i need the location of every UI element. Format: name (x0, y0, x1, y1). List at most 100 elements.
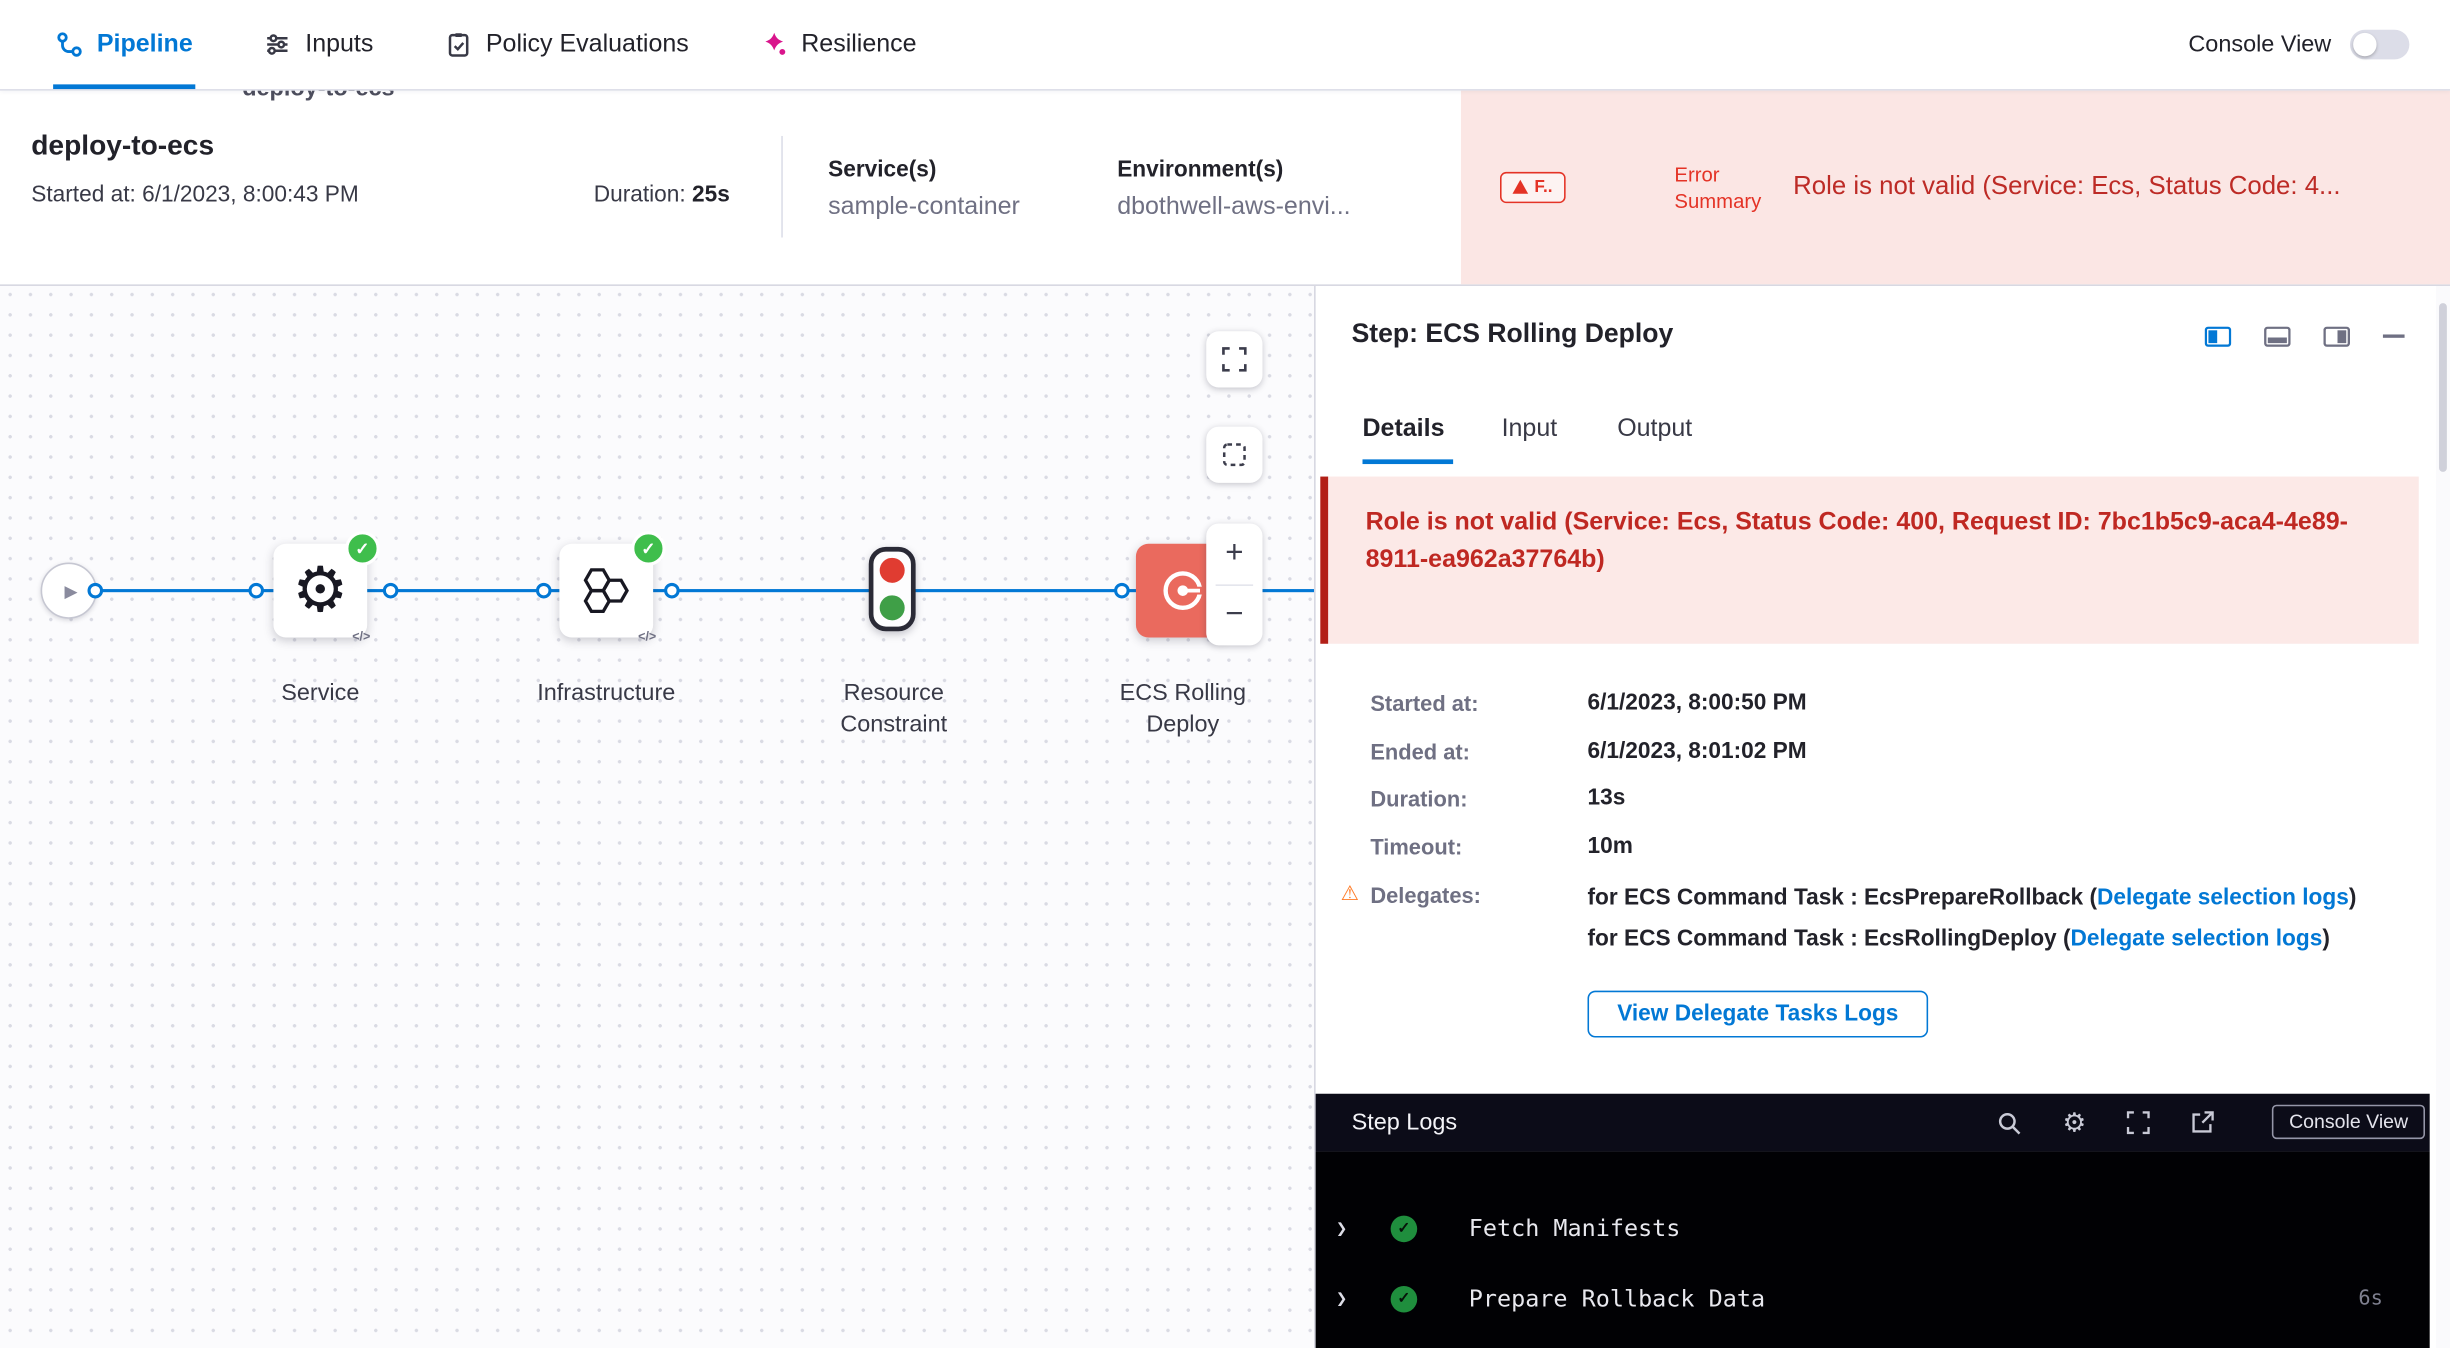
node-infrastructure[interactable]: ✓ </> (559, 544, 653, 638)
zoom-controls: + − (1206, 523, 1262, 645)
panel-tab-input[interactable]: Input (1502, 416, 1558, 444)
tab-policy-evaluations[interactable]: Policy Evaluations (445, 0, 689, 89)
active-tab-underline (1363, 459, 1454, 464)
chevron-right-icon[interactable]: ❯ (1336, 1288, 1347, 1310)
tab-pipeline[interactable]: Pipeline (56, 0, 192, 89)
header-divider (781, 136, 783, 238)
play-icon: ▶ (60, 580, 78, 600)
pipeline-canvas[interactable]: ▶ ⚙ ✓ </> Service ✓ </> Infra (0, 284, 1314, 1348)
node-label-ecs-rolling-deploy: ECS Rolling Deploy (1081, 678, 1284, 741)
code-template-icon: </> (352, 630, 370, 644)
delegate1-selection-logs-link[interactable]: Delegate selection logs (2097, 886, 2349, 911)
minimize-panel-icon[interactable] (2383, 334, 2405, 339)
layout-bottom-split-icon[interactable] (2264, 327, 2291, 347)
step-panel-title: Step: ECS Rolling Deploy (1352, 319, 1674, 350)
step-error-message: Role is not valid (Service: Ecs, Status … (1366, 505, 2382, 580)
log-row-prepare-rollback-data[interactable]: ❯ ✓ Prepare Rollback Data 6s (1316, 1278, 2430, 1319)
tab-policy-evaluations-label: Policy Evaluations (486, 30, 689, 58)
success-check-badge: ✓ (345, 531, 379, 565)
console-view-label: Console View (2188, 31, 2331, 58)
resilience-chaos-icon (761, 31, 788, 58)
status-badge-text: F.. (1534, 177, 1552, 196)
step-logs-header: Step Logs ⚙ Console View (1316, 1094, 2430, 1152)
edge-connector-dot (88, 583, 104, 599)
clipped-breadcrumb: deploy-to-ecs (242, 89, 394, 102)
fullscreen-icon[interactable] (2127, 1111, 2150, 1134)
timeout-value: 10m (1588, 834, 1633, 859)
tab-resilience[interactable]: Resilience (761, 0, 917, 89)
scrollbar-thumb[interactable] (2439, 303, 2447, 472)
edge-connector-dot (248, 583, 264, 599)
panel-scrollbar[interactable] (2436, 284, 2450, 1348)
delegate2-selection-logs-link[interactable]: Delegate selection logs (2070, 927, 2322, 952)
pipeline-name: deploy-to-ecs (31, 130, 214, 163)
edge-connector-dot (664, 583, 680, 599)
open-in-new-window-icon[interactable] (2191, 1111, 2214, 1134)
step-details-panel: Step: ECS Rolling Deploy Details Input O… (1314, 284, 2450, 1348)
started-at-value: 6/1/2023, 8:00:43 PM (142, 183, 359, 208)
edge-connector-dot (383, 583, 399, 599)
panel-tab-output[interactable]: Output (1617, 416, 1692, 444)
status-badge-failed[interactable]: F.. (1500, 171, 1565, 202)
search-icon[interactable] (1997, 1110, 2022, 1135)
duration-value: 13s (1588, 786, 1626, 811)
started-value: 6/1/2023, 8:00:50 PM (1588, 691, 1807, 716)
tab-pipeline-label: Pipeline (97, 30, 193, 58)
duration-value: 25s (692, 183, 730, 208)
console-view-toggle[interactable] (2350, 30, 2409, 60)
step-logs-console: Step Logs ⚙ Console View ❯ (1316, 1094, 2430, 1348)
zoom-out-button[interactable]: − (1206, 585, 1262, 645)
canvas-select-button[interactable] (1206, 427, 1262, 483)
toggle-knob (2353, 33, 2376, 56)
tab-inputs-label: Inputs (305, 30, 373, 58)
node-label-service: Service (219, 678, 422, 709)
gear-icon[interactable]: ⚙ (2063, 1109, 2087, 1136)
timeout-label: Timeout: (1370, 834, 1462, 859)
log-success-check-icon: ✓ (1391, 1285, 1418, 1312)
log-success-check-icon: ✓ (1391, 1215, 1418, 1242)
edge-connector-dot (536, 583, 552, 599)
log-section-label: Prepare Rollback Data (1469, 1284, 1765, 1312)
node-resource-constraint[interactable] (869, 547, 916, 631)
log-section-duration: 6s (2358, 1287, 2382, 1310)
ecs-icon (1155, 563, 1211, 619)
hexagons-icon (577, 564, 636, 617)
view-delegate-tasks-logs-button[interactable]: View Delegate Tasks Logs (1588, 991, 1929, 1038)
node-service[interactable]: ⚙ ✓ </> (273, 544, 367, 638)
environments-label: Environment(s) (1117, 158, 1350, 183)
chevron-right-icon[interactable]: ❯ (1336, 1217, 1347, 1239)
app-viewport: Pipeline Inputs Policy Evaluations (0, 0, 2450, 1348)
services-value[interactable]: sample-container (828, 194, 1020, 222)
inputs-icon (265, 31, 292, 58)
delegate2-text: for ECS Command Task : EcsRollingDeploy … (1588, 927, 2071, 952)
zoom-in-button[interactable]: + (1206, 523, 1262, 583)
delegate1-suffix: ) (2349, 886, 2357, 911)
ended-value: 6/1/2023, 8:01:02 PM (1588, 739, 1807, 764)
delegate2-suffix: ) (2322, 927, 2330, 952)
layout-left-split-icon[interactable] (2205, 327, 2232, 347)
marquee-select-icon (1222, 442, 1247, 467)
gear-icon: ⚙ (292, 559, 348, 622)
traffic-light-green (880, 595, 905, 620)
canvas-fullscreen-button[interactable] (1206, 331, 1262, 387)
screenshot-stage: Pipeline Inputs Policy Evaluations (0, 0, 2450, 1348)
edge-connector-dot (1114, 583, 1130, 599)
traffic-light-red (880, 558, 905, 583)
started-label: Started at: (1370, 691, 1478, 716)
tab-inputs[interactable]: Inputs (265, 0, 374, 89)
step-logs-toolbar: ⚙ (1997, 1094, 2215, 1152)
logs-console-view-button[interactable]: Console View (2272, 1105, 2425, 1139)
log-row-fetch-manifests[interactable]: ❯ ✓ Fetch Manifests (1316, 1208, 2430, 1249)
layout-right-split-icon[interactable] (2323, 327, 2350, 347)
top-nav: Pipeline Inputs Policy Evaluations (0, 0, 2450, 91)
panel-tab-details[interactable]: Details (1363, 416, 1445, 444)
environments-value[interactable]: dbothwell-aws-envi... (1117, 194, 1350, 222)
warning-triangle-icon (1513, 180, 1529, 194)
delegate-line-1: for ECS Command Task : EcsPrepareRollbac… (1588, 883, 2382, 916)
error-summary-text[interactable]: Role is not valid (Service: Ecs, Status … (1793, 172, 2450, 202)
delegate-warning-icon: ⚠ (1341, 881, 1359, 906)
duration-label: Duration: (594, 183, 686, 208)
code-template-icon: </> (638, 630, 656, 644)
tab-resilience-label: Resilience (801, 30, 916, 58)
step-error-banner: Role is not valid (Service: Ecs, Status … (1320, 477, 2418, 644)
